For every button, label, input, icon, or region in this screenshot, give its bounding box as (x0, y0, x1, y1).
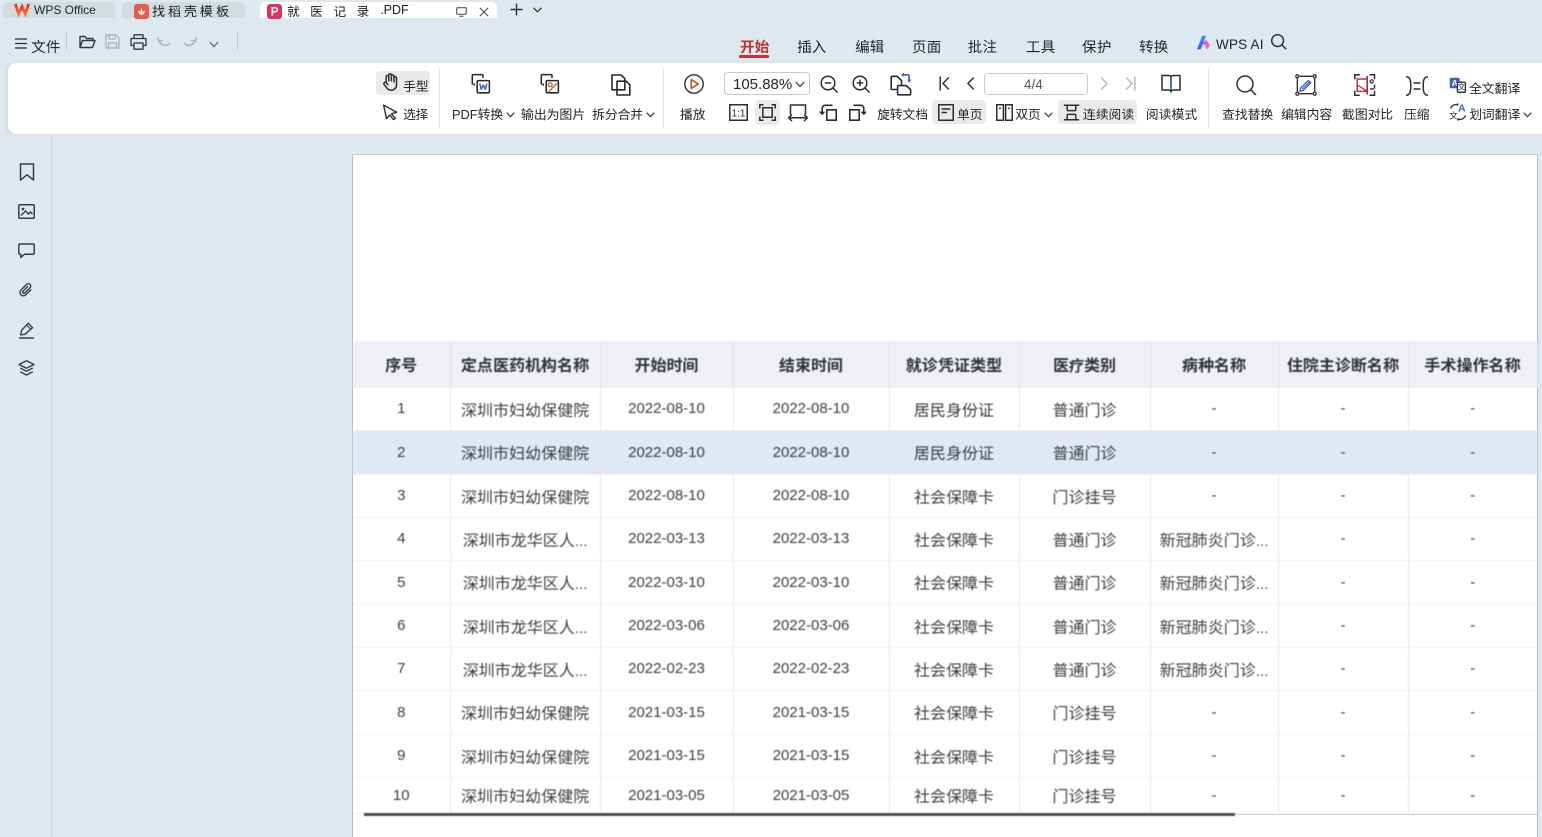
svg-text:1:1: 1:1 (732, 109, 746, 120)
svg-text:A: A (1458, 102, 1466, 114)
svg-text:文: 文 (1458, 82, 1467, 93)
svg-text:P: P (271, 7, 279, 19)
